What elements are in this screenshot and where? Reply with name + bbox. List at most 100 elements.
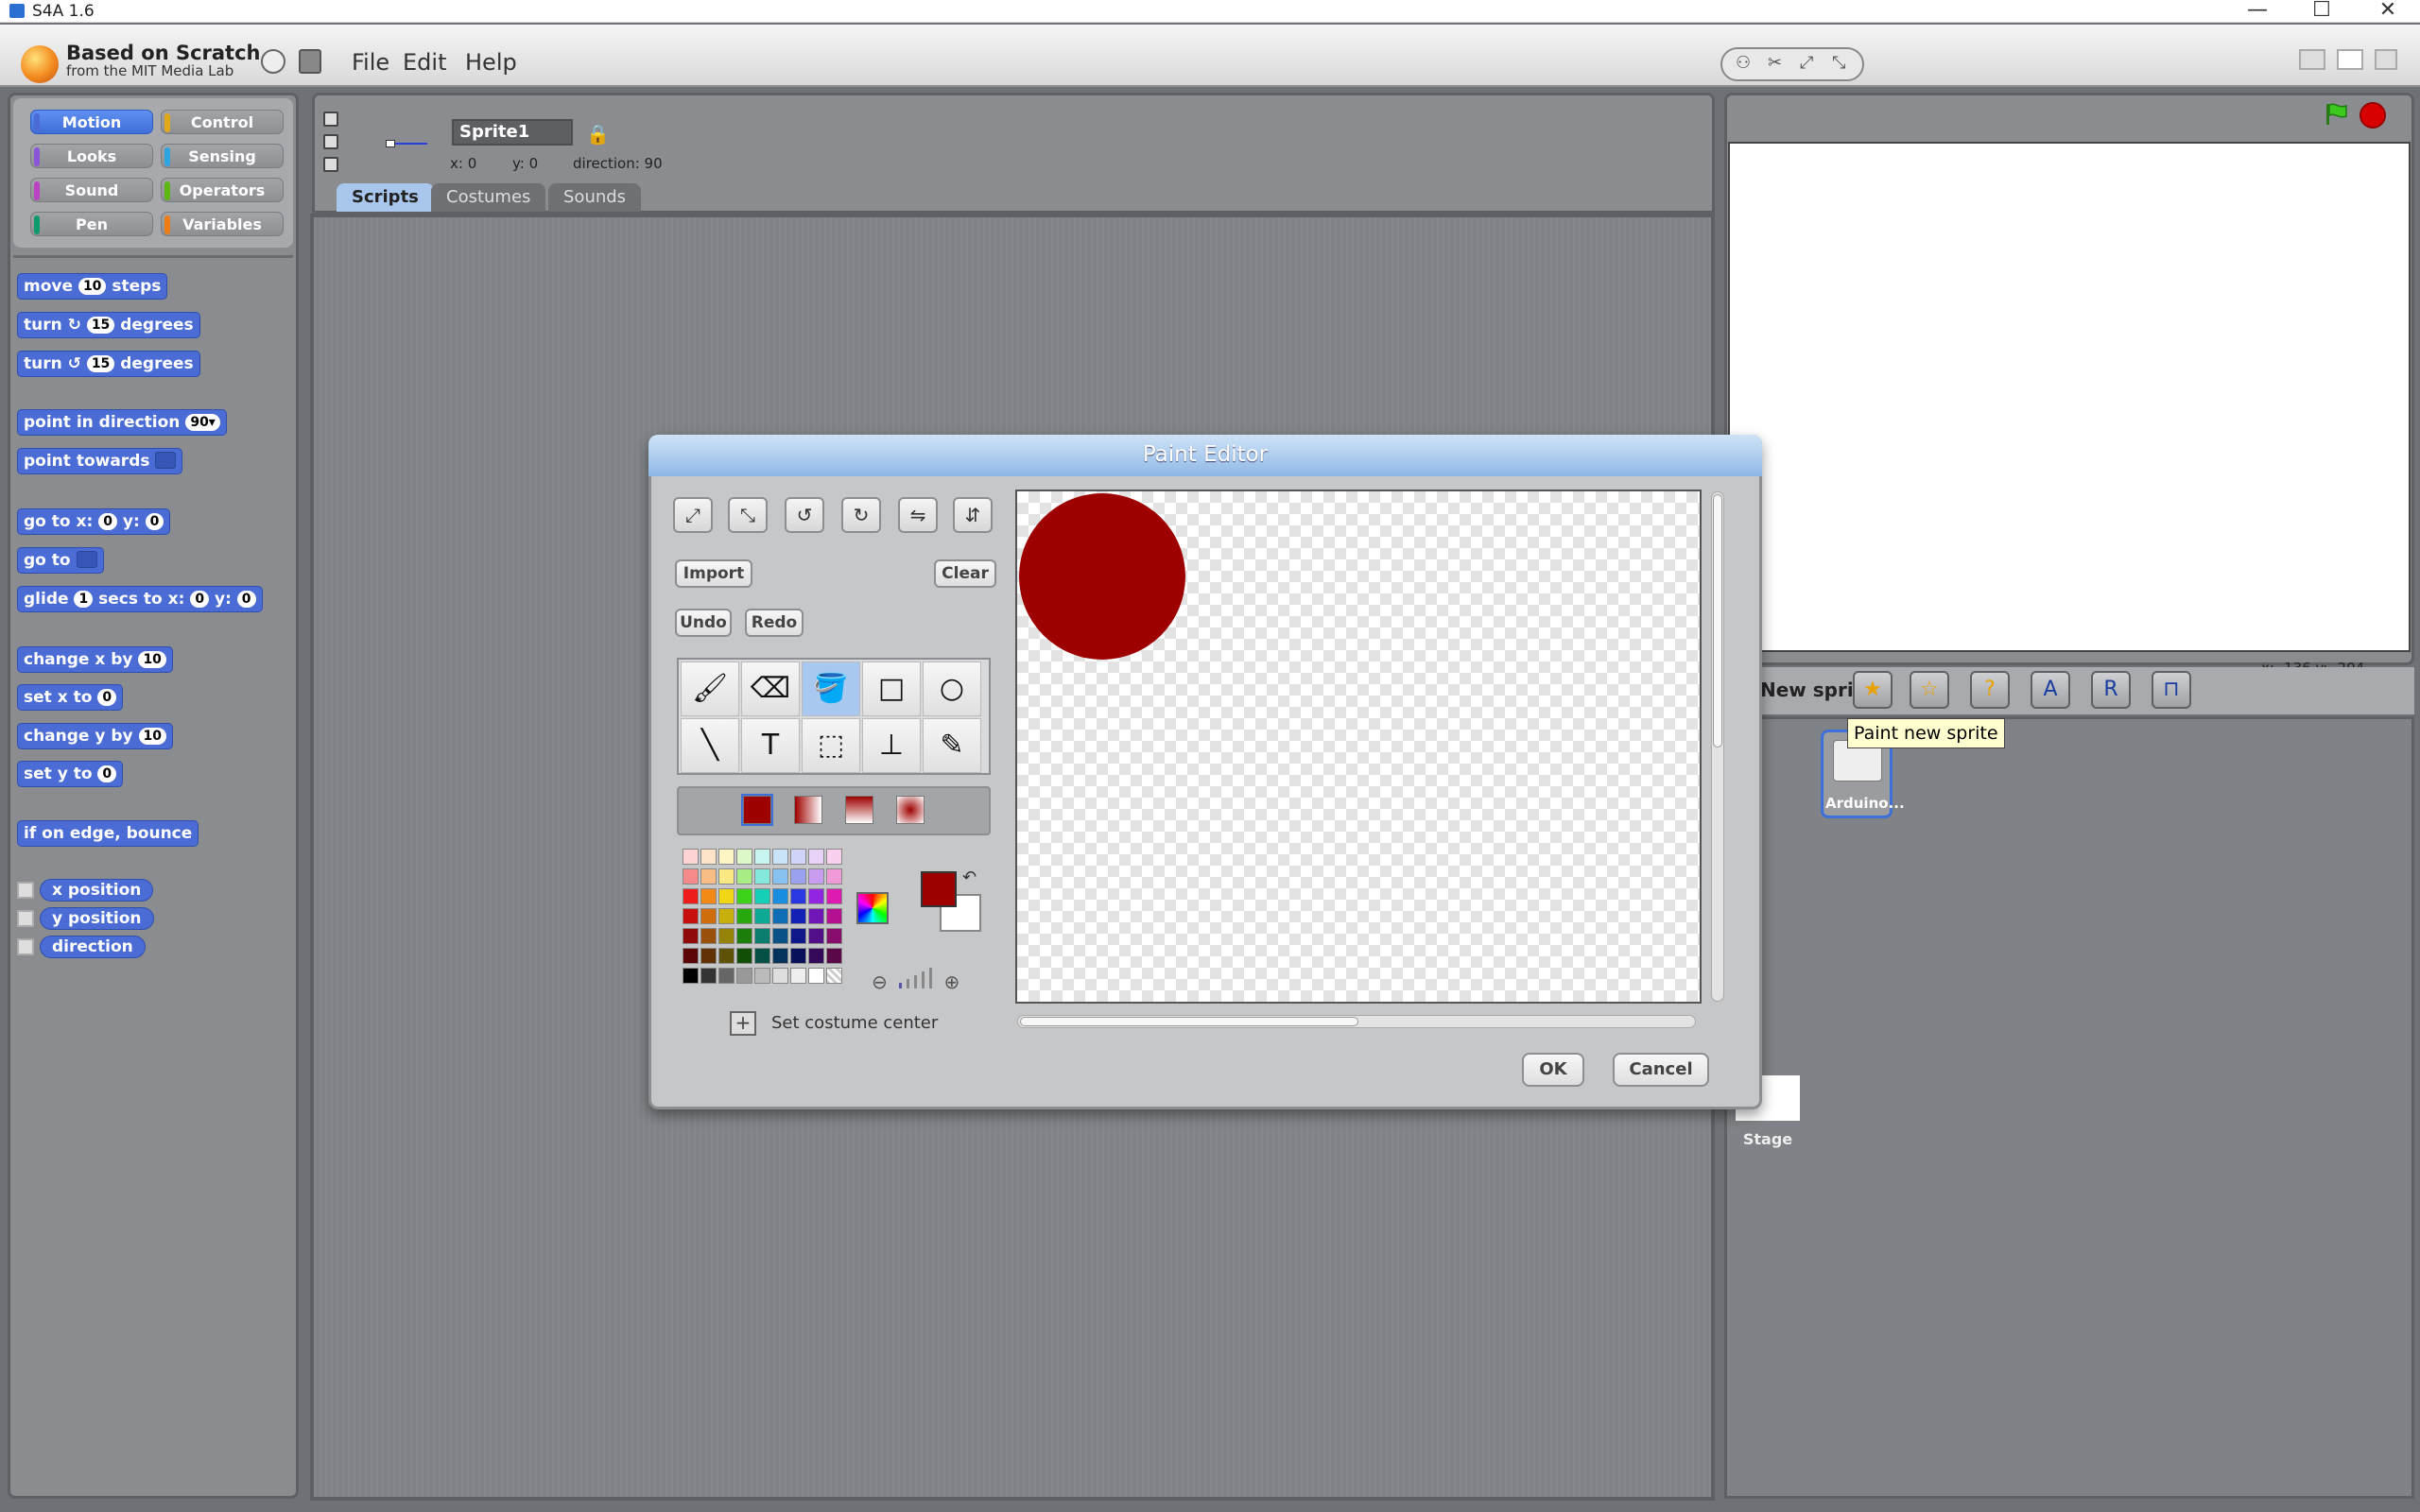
palette-color-swatch[interactable] [736, 888, 752, 904]
palette-color-swatch[interactable] [736, 928, 752, 944]
swap-colors-icon[interactable]: ↶ [962, 868, 977, 887]
line-tool-icon[interactable]: ╲ [681, 718, 739, 773]
palette-color-swatch[interactable] [754, 928, 770, 944]
reporter-y-position[interactable]: y position [40, 907, 154, 930]
category-motion[interactable]: Motion [30, 110, 153, 134]
block-point-towards[interactable]: point towards [17, 448, 183, 474]
dropdown-icon[interactable] [155, 452, 177, 469]
palette-color-swatch[interactable] [718, 948, 735, 964]
checkbox-x-position[interactable] [17, 882, 34, 899]
palette-color-swatch[interactable] [718, 849, 735, 865]
presentation-mode-icon[interactable] [2375, 49, 2397, 70]
palette-color-swatch[interactable] [683, 868, 699, 885]
palette-color-swatch[interactable] [790, 948, 806, 964]
block-move-steps[interactable]: move 10 steps [17, 273, 168, 300]
palette-color-swatch[interactable] [718, 908, 735, 924]
block-change-y[interactable]: change y by 10 [17, 723, 174, 749]
fill-solid-icon[interactable] [741, 794, 773, 826]
arduino-sprite-a-button[interactable]: A [2031, 671, 2070, 709]
category-sound[interactable]: Sound [30, 178, 153, 202]
foreground-color-swatch[interactable] [921, 871, 957, 907]
palette-color-swatch[interactable] [790, 849, 806, 865]
delete-icon[interactable]: ✂ [1768, 53, 1782, 73]
maximize-button[interactable]: ☐ [2303, 0, 2341, 22]
choose-sprite-file-button[interactable]: ☆ [1910, 671, 1949, 709]
palette-color-swatch[interactable] [772, 948, 788, 964]
fill-bucket-icon[interactable]: 🪣 [802, 662, 860, 716]
category-looks[interactable]: Looks [30, 144, 153, 168]
palette-color-swatch[interactable] [700, 888, 717, 904]
palette-color-swatch[interactable] [754, 908, 770, 924]
rotation-none-icon[interactable] [323, 157, 338, 172]
palette-color-swatch[interactable] [826, 928, 842, 944]
palette-color-swatch[interactable] [772, 928, 788, 944]
palette-color-swatch[interactable] [736, 849, 752, 865]
set-costume-center-label[interactable]: Set costume center [771, 1013, 938, 1033]
block-set-y[interactable]: set y to 0 [17, 761, 124, 787]
palette-color-swatch[interactable] [808, 849, 824, 865]
block-go-to[interactable]: go to [17, 547, 104, 574]
flip-vertical-icon[interactable]: ⇵ [953, 497, 993, 533]
palette-color-swatch[interactable] [683, 888, 699, 904]
lock-icon[interactable]: 🔒 [586, 123, 610, 146]
palette-color-swatch[interactable] [772, 908, 788, 924]
palette-color-swatch[interactable] [772, 868, 788, 885]
palette-color-swatch[interactable] [826, 849, 842, 865]
palette-color-swatch[interactable] [683, 948, 699, 964]
palette-color-swatch[interactable] [808, 908, 824, 924]
palette-color-swatch[interactable] [700, 968, 717, 984]
category-sensing[interactable]: Sensing [161, 144, 284, 168]
redo-button[interactable]: Redo [745, 609, 804, 637]
clear-button[interactable]: Clear [934, 559, 996, 588]
palette-color-swatch[interactable] [754, 968, 770, 984]
rotate-ccw-icon[interactable]: ↺ [785, 497, 824, 533]
palette-color-swatch[interactable] [736, 948, 752, 964]
palette-color-swatch[interactable] [790, 888, 806, 904]
menu-edit[interactable]: Edit [403, 49, 446, 76]
save-disk-icon[interactable] [299, 49, 321, 74]
palette-color-swatch[interactable] [700, 849, 717, 865]
palette-color-swatch[interactable] [754, 888, 770, 904]
rotate-cw-icon[interactable]: ↻ [841, 497, 881, 533]
checkbox-y-position[interactable] [17, 910, 34, 927]
tab-scripts[interactable]: Scripts [337, 183, 434, 212]
text-tool-icon[interactable]: T [741, 718, 800, 773]
palette-color-swatch[interactable] [808, 968, 824, 984]
stop-sign-icon[interactable] [2360, 102, 2386, 129]
palette-color-swatch[interactable] [826, 908, 842, 924]
palette-color-swatch[interactable] [718, 888, 735, 904]
palette-color-swatch[interactable] [826, 948, 842, 964]
surprise-sprite-button[interactable]: ? [1970, 671, 2010, 709]
block-go-to-xy[interactable]: go to x: 0 y: 0 [17, 508, 171, 535]
paint-new-sprite-button[interactable]: ★ [1853, 671, 1893, 709]
palette-color-swatch[interactable] [736, 968, 752, 984]
reporter-x-position[interactable]: x position [40, 879, 154, 902]
undo-button[interactable]: Undo [675, 609, 732, 637]
palette-color-swatch[interactable] [700, 928, 717, 944]
ok-button[interactable]: OK [1522, 1053, 1584, 1087]
color-picker-icon[interactable] [856, 892, 889, 924]
palette-color-swatch[interactable] [718, 928, 735, 944]
palette-color-swatch[interactable] [736, 868, 752, 885]
palette-color-swatch[interactable] [772, 968, 788, 984]
import-button[interactable]: Import [675, 559, 752, 588]
block-if-on-edge-bounce[interactable]: if on edge, bounce [17, 820, 199, 847]
palette-color-swatch[interactable] [700, 908, 717, 924]
palette-color-swatch[interactable] [808, 928, 824, 944]
dropdown-icon[interactable] [76, 551, 97, 568]
globe-icon[interactable] [261, 49, 285, 74]
block-glide[interactable]: glide 1 secs to x: 0 y: 0 [17, 586, 263, 612]
tab-sounds[interactable]: Sounds [548, 183, 642, 212]
category-pen[interactable]: Pen [30, 212, 153, 236]
palette-color-swatch[interactable] [683, 849, 699, 865]
zoom-out-icon[interactable]: ⊖ [872, 971, 888, 993]
block-turn-counterclockwise[interactable]: turn ↺ 15 degrees [17, 351, 200, 377]
palette-color-swatch[interactable] [826, 968, 842, 984]
close-button[interactable]: ✕ [2369, 0, 2407, 22]
fill-horizontal-gradient-icon[interactable] [794, 796, 822, 824]
green-flag-icon[interactable] [2324, 102, 2348, 127]
palette-color-swatch[interactable] [790, 868, 806, 885]
category-operators[interactable]: Operators [161, 178, 284, 202]
rotation-flip-icon[interactable] [323, 134, 338, 149]
zoom-in-icon[interactable]: ⊕ [943, 971, 959, 993]
